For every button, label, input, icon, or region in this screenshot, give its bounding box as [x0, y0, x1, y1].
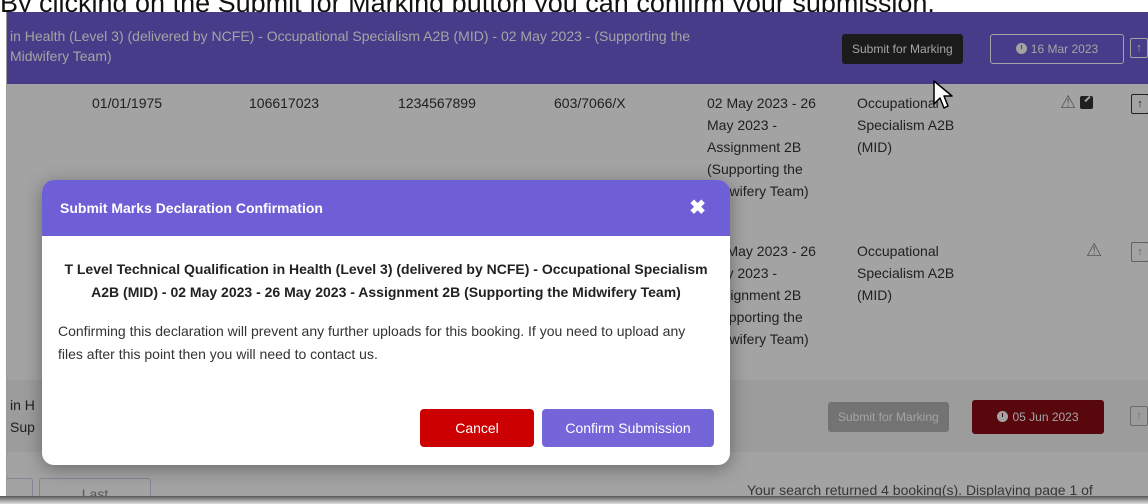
- modal-message: Confirming this declaration will prevent…: [58, 323, 686, 362]
- frame-shadow: [0, 496, 1148, 504]
- declaration-modal: Submit Marks Declaration Confirmation ✖ …: [42, 180, 730, 465]
- modal-title: Submit Marks Declaration Confirmation: [60, 200, 323, 216]
- modal-header: Submit Marks Declaration Confirmation ✖: [42, 180, 730, 236]
- mouse-cursor-icon: [933, 80, 953, 109]
- close-icon[interactable]: ✖: [689, 180, 706, 236]
- bookings-table: in Health (Level 3) (delivered by NCFE) …: [6, 12, 1148, 496]
- confirm-submission-button[interactable]: Confirm Submission: [542, 409, 714, 447]
- modal-qualification: T Level Technical Qualification in Healt…: [64, 261, 708, 300]
- cancel-button[interactable]: Cancel: [420, 409, 534, 447]
